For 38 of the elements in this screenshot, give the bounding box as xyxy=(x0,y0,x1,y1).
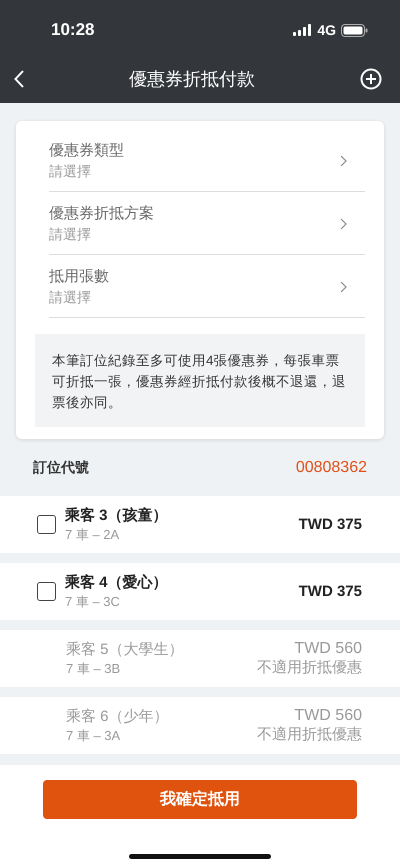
back-button[interactable] xyxy=(14,70,24,88)
field-label: 抵用張數 xyxy=(49,267,109,287)
booking-label: 訂位代號 xyxy=(33,458,89,476)
chevron-icon[interactable] xyxy=(340,155,347,167)
network-label: 4G xyxy=(317,22,336,38)
passenger-row[interactable]: 乘客 3（孩童） 7 車 – 2A TWD 375 xyxy=(0,496,400,553)
seat-info: 7 車 – 3B xyxy=(66,660,122,678)
ticket-price: TWD 375 xyxy=(298,516,362,533)
select-placeholder[interactable]: 請選擇 xyxy=(49,287,109,307)
signal-icon xyxy=(293,24,312,36)
confirm-button[interactable]: 我確定抵用 xyxy=(43,780,357,819)
select-placeholder[interactable]: 請選擇 xyxy=(49,224,154,244)
chevron-icon[interactable] xyxy=(340,281,347,293)
page-title: 優惠券折抵付款 xyxy=(129,68,255,90)
ineligible-note: 不適用折抵優惠 xyxy=(257,725,362,744)
chevron-icon[interactable] xyxy=(340,218,347,230)
passenger-name: 乘客 6（少年） xyxy=(66,706,169,726)
ticket-price: TWD 560 xyxy=(293,640,362,658)
add-button[interactable] xyxy=(360,68,382,90)
ticket-price: TWD 560 xyxy=(293,707,362,725)
passenger-name: 乘客 4（愛心） xyxy=(65,572,168,592)
passenger-name: 乘客 3（孩童） xyxy=(65,506,168,526)
notice-text: 本筆訂位紀錄至多可使用4張優惠券，每張車票可折抵一張，優惠券經折抵付款後概不退還，退票後亦同。 xyxy=(35,334,365,427)
passenger-row[interactable]: 乘客 4（愛心） 7 車 – 3C TWD 375 xyxy=(0,563,400,620)
ineligible-note: 不適用折抵優惠 xyxy=(257,658,362,677)
checkbox[interactable] xyxy=(37,582,56,601)
field-label: 優惠券類型 xyxy=(49,141,124,161)
battery-icon xyxy=(341,24,368,36)
booking-code: 00808362 xyxy=(296,458,367,476)
select-placeholder[interactable]: 請選擇 xyxy=(49,161,124,181)
ticket-price: TWD 375 xyxy=(298,583,362,600)
status-time: 10:28 xyxy=(51,20,94,40)
field-label: 優惠券折抵方案 xyxy=(49,204,154,224)
seat-info: 7 車 – 3C xyxy=(65,592,121,610)
seat-info: 7 車 – 3A xyxy=(66,726,122,744)
checkbox[interactable] xyxy=(37,515,56,534)
seat-info: 7 車 – 2A xyxy=(65,526,120,544)
passenger-name: 乘客 5（大學生） xyxy=(66,640,184,660)
